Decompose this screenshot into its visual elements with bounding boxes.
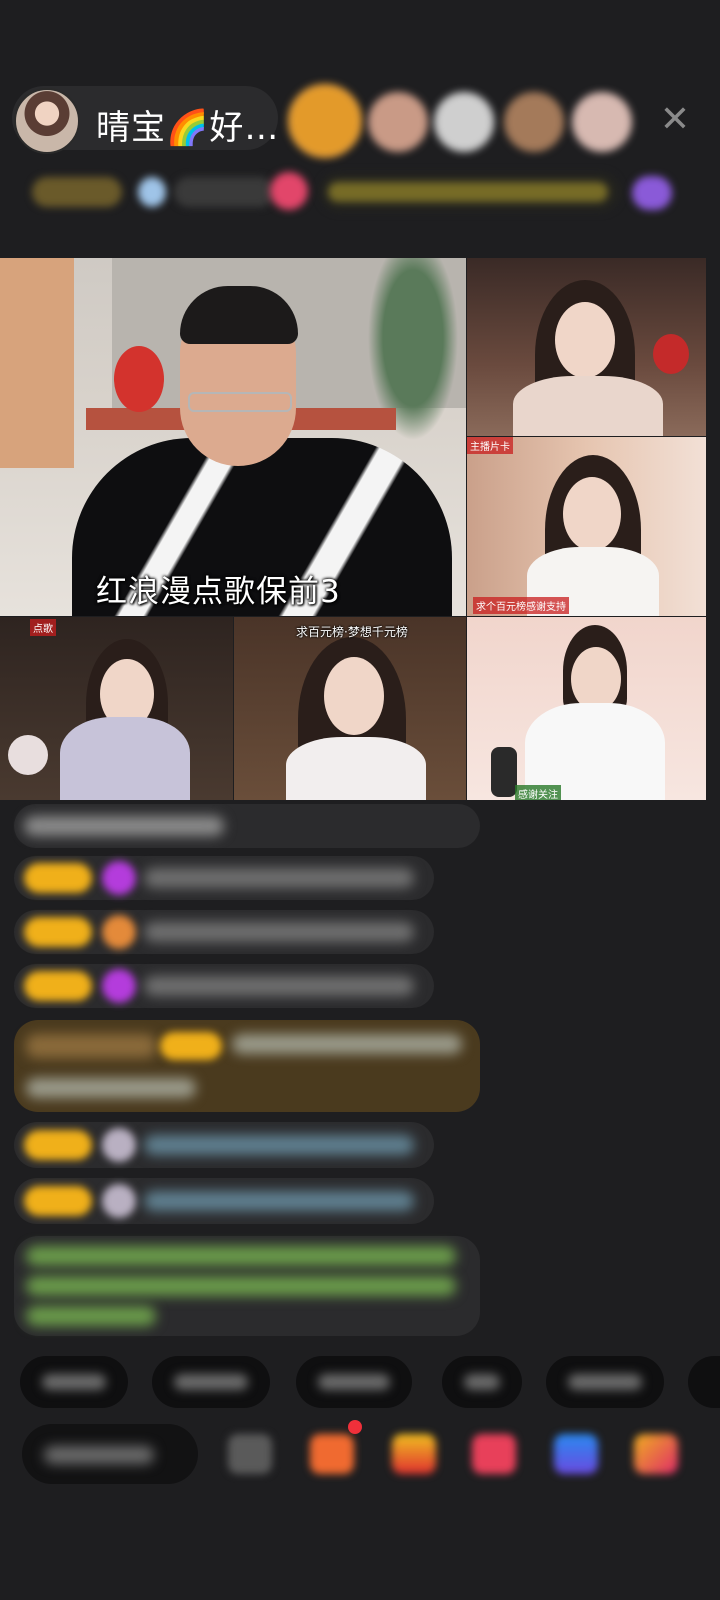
game-icon[interactable] — [554, 1434, 598, 1474]
user-avatar — [102, 1128, 136, 1162]
video-tile-bottom-2[interactable]: 求百元榜·梦想千元榜 — [234, 617, 466, 800]
notice-text — [328, 182, 608, 202]
chat-message-highlight[interactable] — [14, 1020, 480, 1112]
chat-message-system[interactable] — [14, 804, 480, 848]
video-tile-bottom-3[interactable]: 感谢关注 — [467, 617, 706, 800]
chat-message-2[interactable] — [14, 910, 434, 954]
quick-reply-5[interactable] — [546, 1356, 664, 1408]
quick-reply-1[interactable] — [20, 1356, 128, 1408]
shop-icon[interactable] — [310, 1434, 354, 1474]
chat-message-4[interactable] — [14, 1122, 434, 1168]
chat-message-1[interactable] — [14, 856, 434, 900]
rank-chip[interactable] — [32, 177, 122, 207]
emoji-icon[interactable] — [228, 1434, 272, 1474]
badge-icon — [138, 177, 166, 207]
viewer-avatar-1[interactable] — [288, 84, 362, 158]
tile-b2-caption: 求百元榜·梦想千元榜 — [296, 625, 408, 639]
level-badge — [24, 1130, 92, 1160]
level-badge — [24, 917, 92, 947]
level-badge — [24, 971, 92, 1001]
viewer-avatar-2[interactable] — [368, 92, 428, 152]
live-info-row — [24, 168, 688, 216]
quick-reply-3[interactable] — [296, 1356, 412, 1408]
close-icon[interactable]: ✕ — [655, 100, 695, 140]
viewer-avatar-4[interactable] — [504, 92, 564, 152]
notification-dot — [348, 1420, 362, 1434]
viewer-avatar-3[interactable] — [434, 92, 494, 152]
user-badge-icon — [102, 969, 136, 1003]
more-chip[interactable] — [632, 176, 672, 210]
gift-icon[interactable] — [392, 1434, 436, 1474]
chat-message-3[interactable] — [14, 964, 434, 1008]
user-badge-icon — [102, 915, 136, 949]
level-badge — [24, 863, 92, 893]
tile-tag-top: 主播片卡 — [467, 437, 513, 454]
host-avatar[interactable] — [14, 88, 80, 154]
host-name[interactable]: 晴宝🌈好… — [96, 100, 279, 149]
video-tile-right-2[interactable]: 主播片卡 求个百元榜感谢支持 — [467, 437, 706, 616]
info-chip[interactable] — [174, 177, 274, 207]
user-badge-icon — [102, 861, 136, 895]
video-tile-bottom-1[interactable]: 点歌 — [0, 617, 233, 800]
quick-reply-6[interactable] — [688, 1356, 720, 1408]
chat-message-notice[interactable] — [14, 1236, 480, 1336]
chat-message-5[interactable] — [14, 1178, 434, 1224]
video-tile-right-1[interactable] — [467, 258, 706, 436]
red-packet-icon[interactable] — [472, 1434, 516, 1474]
quick-reply-2[interactable] — [152, 1356, 270, 1408]
viewer-avatar-5[interactable] — [572, 92, 632, 152]
chat-input[interactable] — [22, 1424, 198, 1484]
tile-tag-b3: 感谢关注 — [515, 785, 561, 800]
fan-badge-icon[interactable] — [270, 172, 308, 210]
glasses-icon — [188, 392, 292, 412]
quick-reply-4[interactable] — [442, 1356, 522, 1408]
main-video-caption: 红浪漫点歌保前3 — [96, 574, 341, 610]
more-icon[interactable] — [634, 1434, 678, 1474]
user-avatar — [102, 1184, 136, 1218]
level-badge — [24, 1186, 92, 1216]
tile-tag-bottom: 求个百元榜感谢支持 — [473, 597, 569, 614]
tile-tag-b1: 点歌 — [30, 619, 56, 636]
